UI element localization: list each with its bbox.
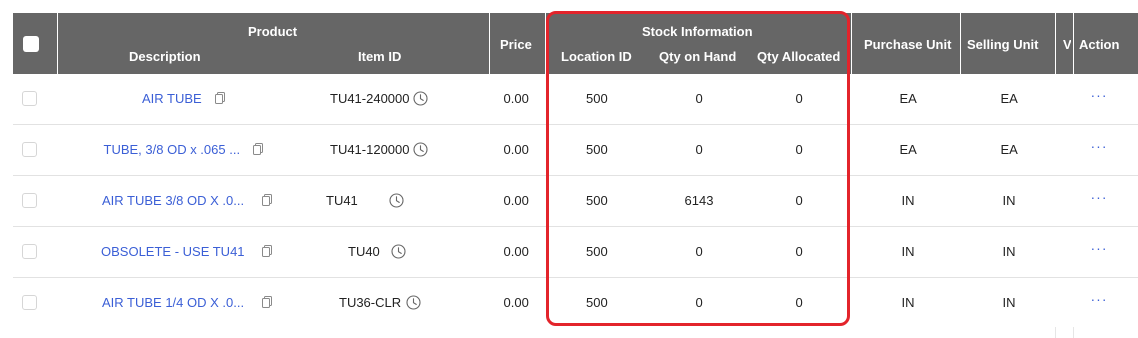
qty-on-hand-cell: 6143 [684, 193, 714, 208]
item-id-cell: TU41-240000 [330, 91, 410, 106]
description-link[interactable]: AIR TUBE 3/8 OD X .0... [102, 193, 244, 209]
select-all-checkbox[interactable] [23, 36, 39, 52]
qty-allocated-cell: 0 [795, 91, 803, 106]
description-link[interactable]: OBSOLETE - USE TU41 [101, 244, 245, 260]
row-checkbox[interactable] [22, 91, 37, 106]
header-purchase-unit[interactable]: Purchase Unit [864, 37, 951, 52]
table-row[interactable]: OBSOLETE - USE TU41 TU40 0.00 500 0 0 IN… [13, 227, 1138, 278]
copy-icon[interactable] [262, 194, 272, 206]
purchase-unit-cell: EA [899, 142, 917, 157]
qty-allocated-cell: 0 [795, 244, 803, 259]
header-stock-group: Stock Information [642, 24, 753, 39]
header-truncated-column[interactable]: V [1063, 37, 1071, 52]
more-actions-icon[interactable]: ··· [1091, 189, 1108, 205]
column-separator [1073, 327, 1074, 338]
row-checkbox[interactable] [22, 244, 37, 259]
row-checkbox[interactable] [22, 295, 37, 310]
clock-icon[interactable] [413, 142, 428, 157]
copy-icon[interactable] [215, 92, 225, 104]
price-cell: 0.00 [503, 142, 529, 157]
row-checkbox[interactable] [22, 142, 37, 157]
purchase-unit-cell: IN [901, 193, 915, 208]
header-qty-on-hand[interactable]: Qty on Hand [659, 49, 736, 64]
table-row[interactable]: AIR TUBE TU41-240000 0.00 500 0 0 EA EA … [13, 74, 1138, 125]
selling-unit-cell: EA [1000, 91, 1018, 106]
clock-icon[interactable] [389, 193, 404, 208]
clock-icon[interactable] [413, 91, 428, 106]
inventory-table: Product Description Item ID Price Stock … [0, 0, 1138, 338]
location-id-cell: 500 [586, 295, 608, 310]
more-actions-icon[interactable]: ··· [1091, 138, 1108, 154]
table-row[interactable]: AIR TUBE 1/4 OD X .0... TU36-CLR 0.00 50… [13, 278, 1138, 329]
header-product-group: Product [248, 24, 298, 39]
copy-icon[interactable] [262, 296, 272, 308]
table-row[interactable]: AIR TUBE 3/8 OD X .0... TU41 0.00 500 61… [13, 176, 1138, 227]
item-id-cell: TU40 [348, 244, 380, 259]
selling-unit-cell: IN [1002, 193, 1016, 208]
more-actions-icon[interactable]: ··· [1091, 87, 1108, 103]
description-link[interactable]: TUBE, 3/8 OD x .065 ... [104, 142, 241, 158]
clock-icon[interactable] [406, 295, 421, 310]
price-cell: 0.00 [503, 244, 529, 259]
header-item-id[interactable]: Item ID [358, 49, 401, 64]
qty-on-hand-cell: 0 [695, 142, 703, 157]
header-qty-allocated[interactable]: Qty Allocated [757, 49, 840, 64]
selling-unit-cell: EA [1000, 142, 1018, 157]
location-id-cell: 500 [586, 193, 608, 208]
header-price[interactable]: Price [500, 37, 532, 52]
purchase-unit-cell: IN [901, 295, 915, 310]
header-action: Action [1079, 37, 1120, 52]
price-cell: 0.00 [503, 91, 529, 106]
qty-on-hand-cell: 0 [695, 91, 703, 106]
table-row[interactable]: TUBE, 3/8 OD x .065 ... TU41-120000 0.00… [13, 125, 1138, 176]
item-id-cell: TU36-CLR [339, 295, 402, 310]
selling-unit-cell: IN [1002, 295, 1016, 310]
price-cell: 0.00 [503, 193, 529, 208]
selling-unit-cell: IN [1002, 244, 1016, 259]
copy-icon[interactable] [262, 245, 272, 257]
purchase-unit-cell: EA [899, 91, 917, 106]
location-id-cell: 500 [586, 142, 608, 157]
qty-allocated-cell: 0 [795, 295, 803, 310]
price-cell: 0.00 [503, 295, 529, 310]
qty-on-hand-cell: 0 [695, 295, 703, 310]
qty-allocated-cell: 0 [795, 142, 803, 157]
table-header: Product Description Item ID Price Stock … [13, 13, 1138, 74]
description-link[interactable]: AIR TUBE [142, 91, 202, 107]
purchase-unit-cell: IN [901, 244, 915, 259]
more-actions-icon[interactable]: ··· [1091, 240, 1108, 256]
more-actions-icon[interactable]: ··· [1091, 291, 1108, 307]
column-separator [1055, 327, 1056, 338]
header-location-id[interactable]: Location ID [561, 49, 632, 64]
location-id-cell: 500 [586, 244, 608, 259]
location-id-cell: 500 [586, 91, 608, 106]
item-id-cell: TU41-120000 [330, 142, 410, 157]
header-selling-unit[interactable]: Selling Unit [967, 37, 1039, 52]
item-id-cell: TU41 [326, 193, 358, 208]
copy-icon[interactable] [253, 143, 263, 155]
header-description[interactable]: Description [129, 49, 201, 64]
table-footer-strip [13, 327, 1138, 338]
description-link[interactable]: AIR TUBE 1/4 OD X .0... [102, 295, 244, 311]
qty-allocated-cell: 0 [795, 193, 803, 208]
clock-icon[interactable] [391, 244, 406, 259]
qty-on-hand-cell: 0 [695, 244, 703, 259]
row-checkbox[interactable] [22, 193, 37, 208]
